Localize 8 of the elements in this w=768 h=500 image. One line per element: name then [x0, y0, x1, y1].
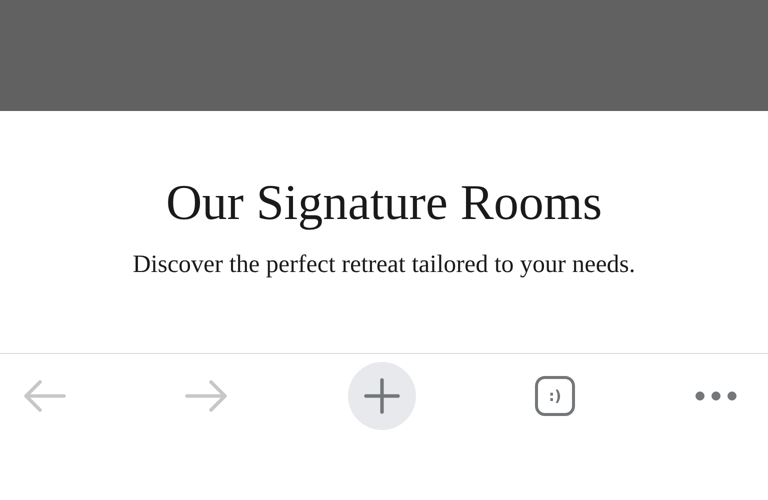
arrow-left-icon: [22, 378, 66, 414]
plus-icon: [364, 378, 400, 414]
page-subtitle: Discover the perfect retreat tailored to your needs.: [132, 251, 636, 279]
arrow-right-icon: [185, 378, 229, 414]
more-icon: [694, 390, 738, 402]
more-button[interactable]: [694, 390, 738, 402]
tabs-button[interactable]: :): [535, 376, 575, 416]
page-title: Our Signature Rooms: [166, 173, 602, 231]
